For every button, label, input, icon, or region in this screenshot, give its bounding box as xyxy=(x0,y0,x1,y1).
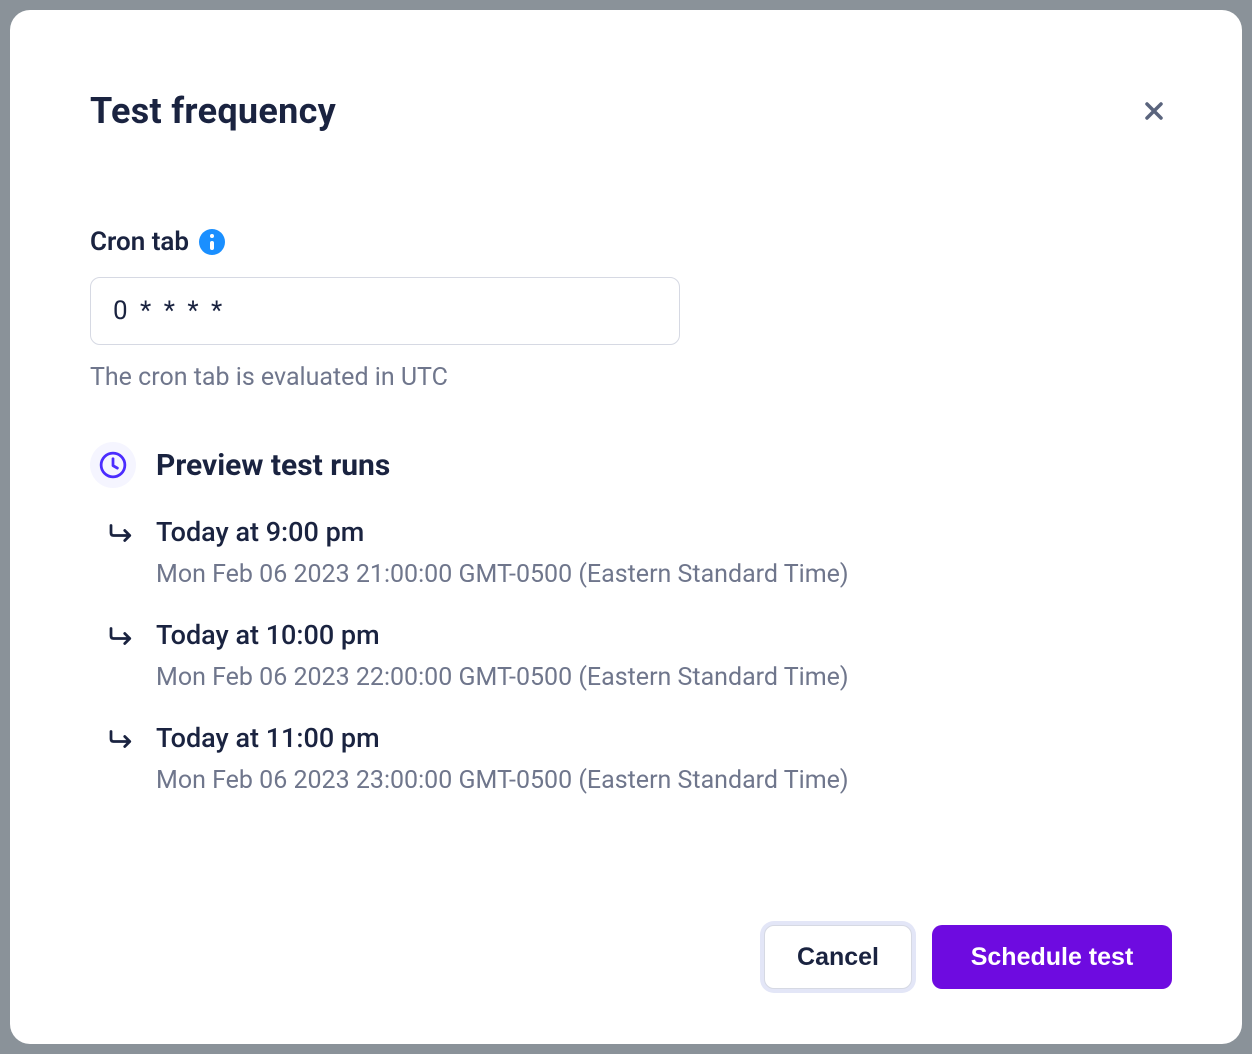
schedule-test-button[interactable]: Schedule test xyxy=(932,925,1172,989)
modal-title: Test frequency xyxy=(90,90,336,132)
cron-field: Cron tab The cron tab is evaluated in UT… xyxy=(90,227,1172,392)
sub-arrow-icon xyxy=(106,621,136,651)
preview-time: Today at 9:00 pm xyxy=(156,516,849,548)
preview-section: Preview test runs Today at 9:00 pm Mon F… xyxy=(90,442,1172,795)
test-frequency-modal: Test frequency Cron tab The cron tab is … xyxy=(10,10,1242,1044)
info-icon[interactable] xyxy=(199,229,225,255)
modal-header: Test frequency xyxy=(90,90,1172,132)
preview-item: Today at 9:00 pm Mon Feb 06 2023 21:00:0… xyxy=(106,516,1172,589)
cron-input[interactable] xyxy=(90,277,680,345)
modal-footer: Cancel Schedule test xyxy=(90,885,1172,989)
preview-title: Preview test runs xyxy=(156,448,390,483)
preview-item: Today at 10:00 pm Mon Feb 06 2023 22:00:… xyxy=(106,619,1172,692)
preview-list: Today at 9:00 pm Mon Feb 06 2023 21:00:0… xyxy=(90,516,1172,795)
sub-arrow-icon xyxy=(106,724,136,754)
cron-label: Cron tab xyxy=(90,227,189,257)
close-button[interactable] xyxy=(1136,93,1172,129)
close-icon xyxy=(1142,99,1166,123)
clock-icon xyxy=(90,442,136,488)
preview-full-date: Mon Feb 06 2023 22:00:00 GMT-0500 (Easte… xyxy=(156,663,849,692)
cancel-button[interactable]: Cancel xyxy=(764,925,912,989)
preview-header: Preview test runs xyxy=(90,442,1172,488)
sub-arrow-icon xyxy=(106,518,136,548)
preview-item: Today at 11:00 pm Mon Feb 06 2023 23:00:… xyxy=(106,722,1172,795)
preview-text: Today at 10:00 pm Mon Feb 06 2023 22:00:… xyxy=(156,619,849,692)
preview-time: Today at 11:00 pm xyxy=(156,722,849,754)
cron-label-row: Cron tab xyxy=(90,227,1172,257)
preview-full-date: Mon Feb 06 2023 21:00:00 GMT-0500 (Easte… xyxy=(156,560,849,589)
preview-time: Today at 10:00 pm xyxy=(156,619,849,651)
preview-text: Today at 9:00 pm Mon Feb 06 2023 21:00:0… xyxy=(156,516,849,589)
preview-text: Today at 11:00 pm Mon Feb 06 2023 23:00:… xyxy=(156,722,849,795)
preview-full-date: Mon Feb 06 2023 23:00:00 GMT-0500 (Easte… xyxy=(156,766,849,795)
cron-helper-text: The cron tab is evaluated in UTC xyxy=(90,363,1172,392)
